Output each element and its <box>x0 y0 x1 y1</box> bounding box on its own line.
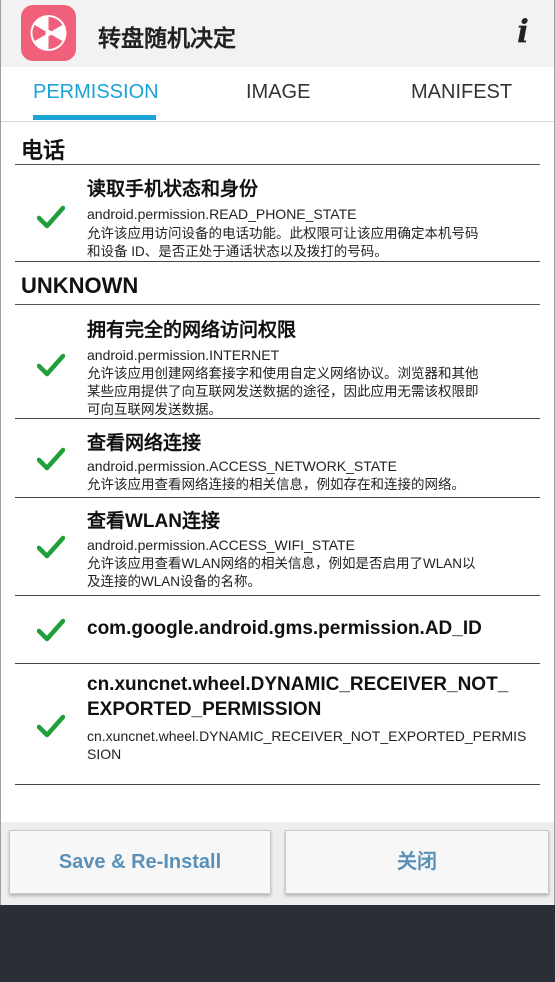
checkmark-icon <box>37 205 65 229</box>
permission-title: 查看WLAN连接 <box>87 511 220 532</box>
tab-permission[interactable]: PERMISSION <box>33 81 159 104</box>
checkmark-icon <box>37 714 65 738</box>
permission-title: cn.xuncnet.wheel.DYNAMIC_RECEIVER_NOT_ E… <box>87 674 509 720</box>
permission-item-internet[interactable]: 拥有完全的网络访问权限 android.permission.INTERNET … <box>15 305 540 419</box>
permission-list: 电话 读取手机状态和身份 android.permission.READ_PHO… <box>1 122 554 785</box>
checkmark-icon <box>37 535 65 559</box>
permission-description: 允许该应用查看网络连接的相关信息，例如存在和连接的网络。 <box>87 477 465 492</box>
permission-title: 拥有完全的网络访问权限 <box>87 320 297 341</box>
permission-description: 允许该应用查看WLAN网络的相关信息，例如是否启用了WLAN以 及连接的WLAN… <box>87 556 476 589</box>
permission-description: 允许该应用创建网络套接字和使用自定义网络协议。浏览器和其他 某些应用提供了向互联… <box>87 366 479 417</box>
close-button[interactable]: 关闭 <box>285 830 549 894</box>
navigation-bar-area <box>0 905 555 982</box>
tab-manifest[interactable]: MANIFEST <box>411 81 512 104</box>
info-button[interactable]: i <box>510 12 536 50</box>
checkmark-icon <box>37 618 65 642</box>
permission-id: android.permission.ACCESS_WIFI_STATE <box>87 537 355 553</box>
save-reinstall-button[interactable]: Save & Re-Install <box>9 830 271 894</box>
permission-item-access-network-state[interactable]: 查看网络连接 android.permission.ACCESS_NETWORK… <box>15 419 540 498</box>
permission-item-dynamic-receiver[interactable]: cn.xuncnet.wheel.DYNAMIC_RECEIVER_NOT_ E… <box>15 664 540 785</box>
app-window: 转盘随机决定 i PERMISSION IMAGE MANIFEST 电话 读取… <box>0 0 555 905</box>
tab-image[interactable]: IMAGE <box>246 81 310 104</box>
permission-description: 允许该应用访问设备的电话功能。此权限可让该应用确定本机号码 和设备 ID、是否正… <box>87 226 479 259</box>
permission-id: android.permission.INTERNET <box>87 347 280 363</box>
section-title: UNKNOWN <box>21 273 139 298</box>
app-title: 转盘随机决定 <box>98 25 236 51</box>
button-bar: Save & Re-Install 关闭 <box>1 822 554 905</box>
wheel-icon <box>21 5 76 61</box>
section-header-unknown: UNKNOWN <box>15 262 540 305</box>
permission-id: android.permission.ACCESS_NETWORK_STATE <box>87 458 397 474</box>
permission-title: 查看网络连接 <box>87 433 202 454</box>
checkmark-icon <box>37 353 65 377</box>
permission-item-read-phone-state[interactable]: 读取手机状态和身份 android.permission.READ_PHONE_… <box>15 165 540 262</box>
permission-id: android.permission.READ_PHONE_STATE <box>87 206 357 222</box>
section-title: 电话 <box>21 138 66 163</box>
tab-indicator <box>33 115 156 120</box>
permission-title: 读取手机状态和身份 <box>87 179 259 200</box>
tab-bar: PERMISSION IMAGE MANIFEST <box>1 67 554 122</box>
app-header: 转盘随机决定 i <box>1 0 554 67</box>
checkmark-icon <box>37 447 65 471</box>
section-header-phone: 电话 <box>15 122 540 165</box>
permission-title: com.google.android.gms.permission.AD_ID <box>87 618 482 639</box>
permission-item-access-wifi-state[interactable]: 查看WLAN连接 android.permission.ACCESS_WIFI_… <box>15 498 540 596</box>
permission-id: cn.xuncnet.wheel.DYNAMIC_RECEIVER_NOT_EX… <box>87 728 527 762</box>
permission-item-ad-id[interactable]: com.google.android.gms.permission.AD_ID <box>15 596 540 664</box>
